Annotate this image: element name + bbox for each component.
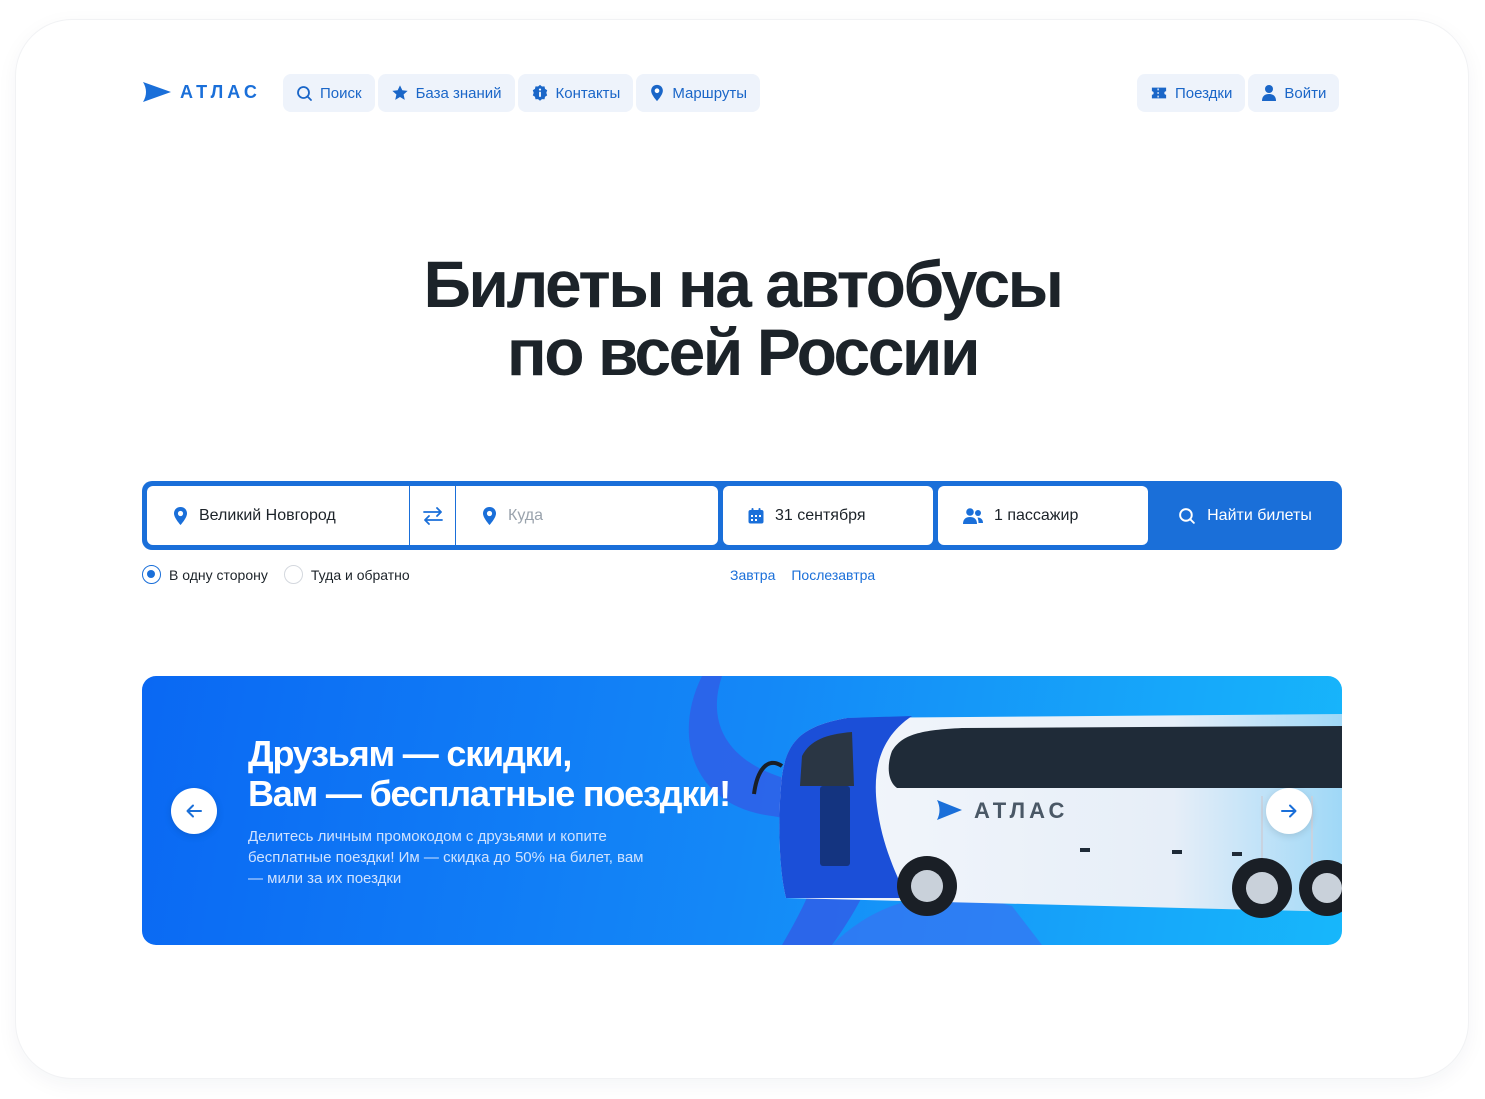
search-icon	[297, 85, 312, 101]
star-icon	[391, 85, 408, 100]
search-icon	[1179, 507, 1195, 524]
banner-description: Делитесь личным промокодом с друзьями и …	[248, 828, 644, 887]
ticket-icon	[1151, 87, 1167, 99]
bus-logo-text: АТЛАС	[974, 798, 1068, 823]
from-value: Великий Новгород	[199, 506, 336, 524]
nav-routes-button[interactable]: Маршруты	[636, 74, 761, 112]
date-field[interactable]: 31 сентября	[723, 486, 933, 545]
page-title-line-1: Билеты на автобусы	[423, 247, 1064, 321]
arrow-right-icon	[1281, 804, 1297, 818]
nav-search-button[interactable]: Поиск	[283, 74, 375, 112]
user-icon	[1262, 85, 1277, 101]
radio-unchecked-indicator	[283, 565, 303, 584]
users-icon	[963, 507, 983, 524]
swap-button[interactable]	[410, 486, 455, 545]
ticket-search-form: Великий Новгород Куда 31 сентября 1 пасс…	[142, 481, 1342, 550]
round-trip-label: Туда и обратно	[310, 566, 410, 583]
banner-next-button[interactable]	[1266, 788, 1312, 834]
trip-type-options: В одну сторону Туда и обратно	[142, 565, 426, 584]
nav-knowledge-base-label: База знаний	[415, 84, 502, 102]
login-button[interactable]: Войти	[1248, 74, 1340, 112]
main-nav: Поиск База знаний Контакты Маршруты	[283, 74, 761, 112]
quick-date-links: Завтра Послезавтра	[730, 567, 875, 583]
radio-checked-indicator	[142, 565, 161, 584]
find-tickets-button[interactable]: Найти билеты	[1153, 486, 1337, 545]
banner-title: Друзьям — скидки, Вам — бесплатные поезд…	[248, 733, 731, 814]
banner-title-line-2: Вам — бесплатные поездки!	[248, 773, 731, 814]
one-way-radio[interactable]: В одну сторону	[142, 565, 268, 584]
swap-arrows-icon	[422, 506, 443, 525]
day-after-tomorrow-link[interactable]: Послезавтра	[791, 567, 875, 583]
banner-title-line-1: Друзьям — скидки,	[248, 733, 572, 774]
nav-search-label: Поиск	[320, 84, 362, 102]
nav-contacts-button[interactable]: Контакты	[517, 74, 634, 112]
page-title-line-2: по всей России	[506, 315, 981, 389]
page-title: Билеты на автобусы по всей России	[0, 250, 1485, 386]
logo-mark-icon	[143, 82, 171, 102]
passengers-value: 1 пассажир	[994, 506, 1079, 524]
find-tickets-label: Найти билеты	[1207, 506, 1312, 524]
brand-name: АТЛАС	[180, 81, 261, 102]
map-pin-icon	[651, 84, 664, 102]
map-pin-icon	[483, 506, 496, 525]
round-trip-radio[interactable]: Туда и обратно	[283, 565, 410, 584]
to-field[interactable]: Куда	[456, 486, 718, 545]
date-value: 31 сентября	[775, 506, 866, 524]
nav-routes-label: Маршруты	[672, 84, 748, 102]
nav-knowledge-base-button[interactable]: База знаний	[377, 74, 515, 112]
nav-contacts-label: Контакты	[555, 84, 621, 102]
map-pin-icon	[174, 506, 187, 525]
tomorrow-link[interactable]: Завтра	[730, 567, 775, 583]
banner-prev-button[interactable]	[171, 788, 217, 834]
user-nav: Поездки Войти	[1137, 74, 1340, 112]
from-field[interactable]: Великий Новгород	[147, 486, 409, 545]
one-way-label: В одну сторону	[169, 566, 268, 583]
brand-logo[interactable]: АТЛАС	[142, 80, 261, 104]
to-placeholder: Куда	[508, 506, 544, 524]
trips-label: Поездки	[1175, 84, 1233, 102]
bus-illustration: АТЛАС	[688, 676, 1342, 945]
calendar-icon	[748, 507, 764, 523]
promo-banner: АТЛАС Друзьям — скидки, Вам — бесплатные…	[142, 676, 1342, 945]
login-label: Войти	[1284, 84, 1327, 102]
arrow-left-icon	[186, 804, 202, 818]
info-icon	[532, 84, 547, 101]
trips-button[interactable]: Поездки	[1137, 74, 1246, 112]
passengers-field[interactable]: 1 пассажир	[938, 486, 1148, 545]
